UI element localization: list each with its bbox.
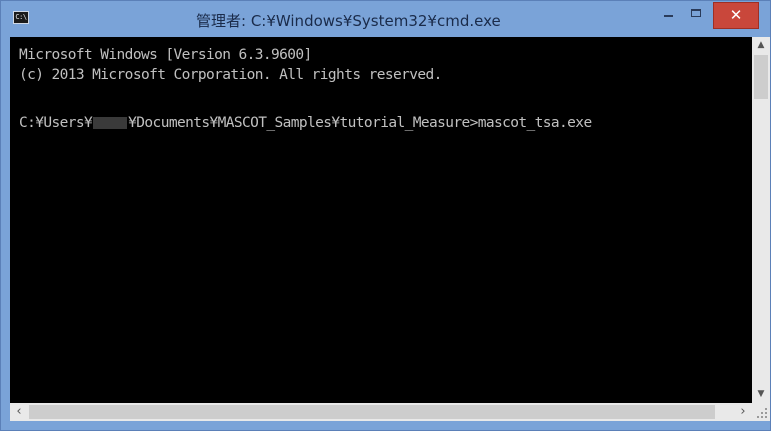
scroll-left-icon[interactable]: ‹ xyxy=(10,403,28,421)
grip-dot xyxy=(765,412,767,414)
horizontal-scrollbar[interactable]: ‹ › xyxy=(10,403,752,421)
vertical-scroll-thumb[interactable] xyxy=(754,55,768,99)
close-button[interactable]: ✕ xyxy=(713,2,759,29)
prompt-path-command: ¥Documents¥MASCOT_Samples¥tutorial_Measu… xyxy=(128,115,592,131)
vertical-scrollbar[interactable]: ▲ ▼ xyxy=(752,37,770,403)
command-prompt-line[interactable]: C:¥Users¥ ¥Documents¥MASCOT_Samples¥tutor… xyxy=(19,115,592,131)
grip-dot xyxy=(765,408,767,410)
grip-dot xyxy=(757,416,759,418)
minimize-icon xyxy=(664,15,673,17)
prompt-path-prefix: C:¥Users¥ xyxy=(19,115,93,131)
minimize-button[interactable] xyxy=(655,2,681,29)
horizontal-scroll-thumb[interactable] xyxy=(29,405,715,419)
console-icon[interactable]: C:\ xyxy=(13,11,29,24)
grip-dot xyxy=(765,416,767,418)
console-line-copyright: (c) 2013 Microsoft Corporation. All righ… xyxy=(19,67,442,83)
maximize-button[interactable] xyxy=(683,2,710,29)
grip-dot xyxy=(761,412,763,414)
close-icon: ✕ xyxy=(729,6,743,24)
console-output[interactable]: Microsoft Windows [Version 6.3.9600] (c)… xyxy=(10,37,752,403)
scroll-down-icon[interactable]: ▼ xyxy=(752,386,770,403)
maximize-icon xyxy=(691,9,701,17)
cmd-window: C:\ 管理者: C:¥Windows¥System32¥cmd.exe ✕ M… xyxy=(0,0,771,431)
window-title: 管理者: C:¥Windows¥System32¥cmd.exe xyxy=(196,12,501,30)
console-line-version: Microsoft Windows [Version 6.3.9600] xyxy=(19,47,312,63)
redacted-username xyxy=(93,117,128,129)
scroll-up-icon[interactable]: ▲ xyxy=(752,37,770,54)
grip-dot xyxy=(761,416,763,418)
resize-grip-icon[interactable] xyxy=(752,403,770,421)
title-bar[interactable]: C:\ 管理者: C:¥Windows¥System32¥cmd.exe ✕ xyxy=(1,1,770,37)
scroll-right-icon[interactable]: › xyxy=(734,403,752,421)
